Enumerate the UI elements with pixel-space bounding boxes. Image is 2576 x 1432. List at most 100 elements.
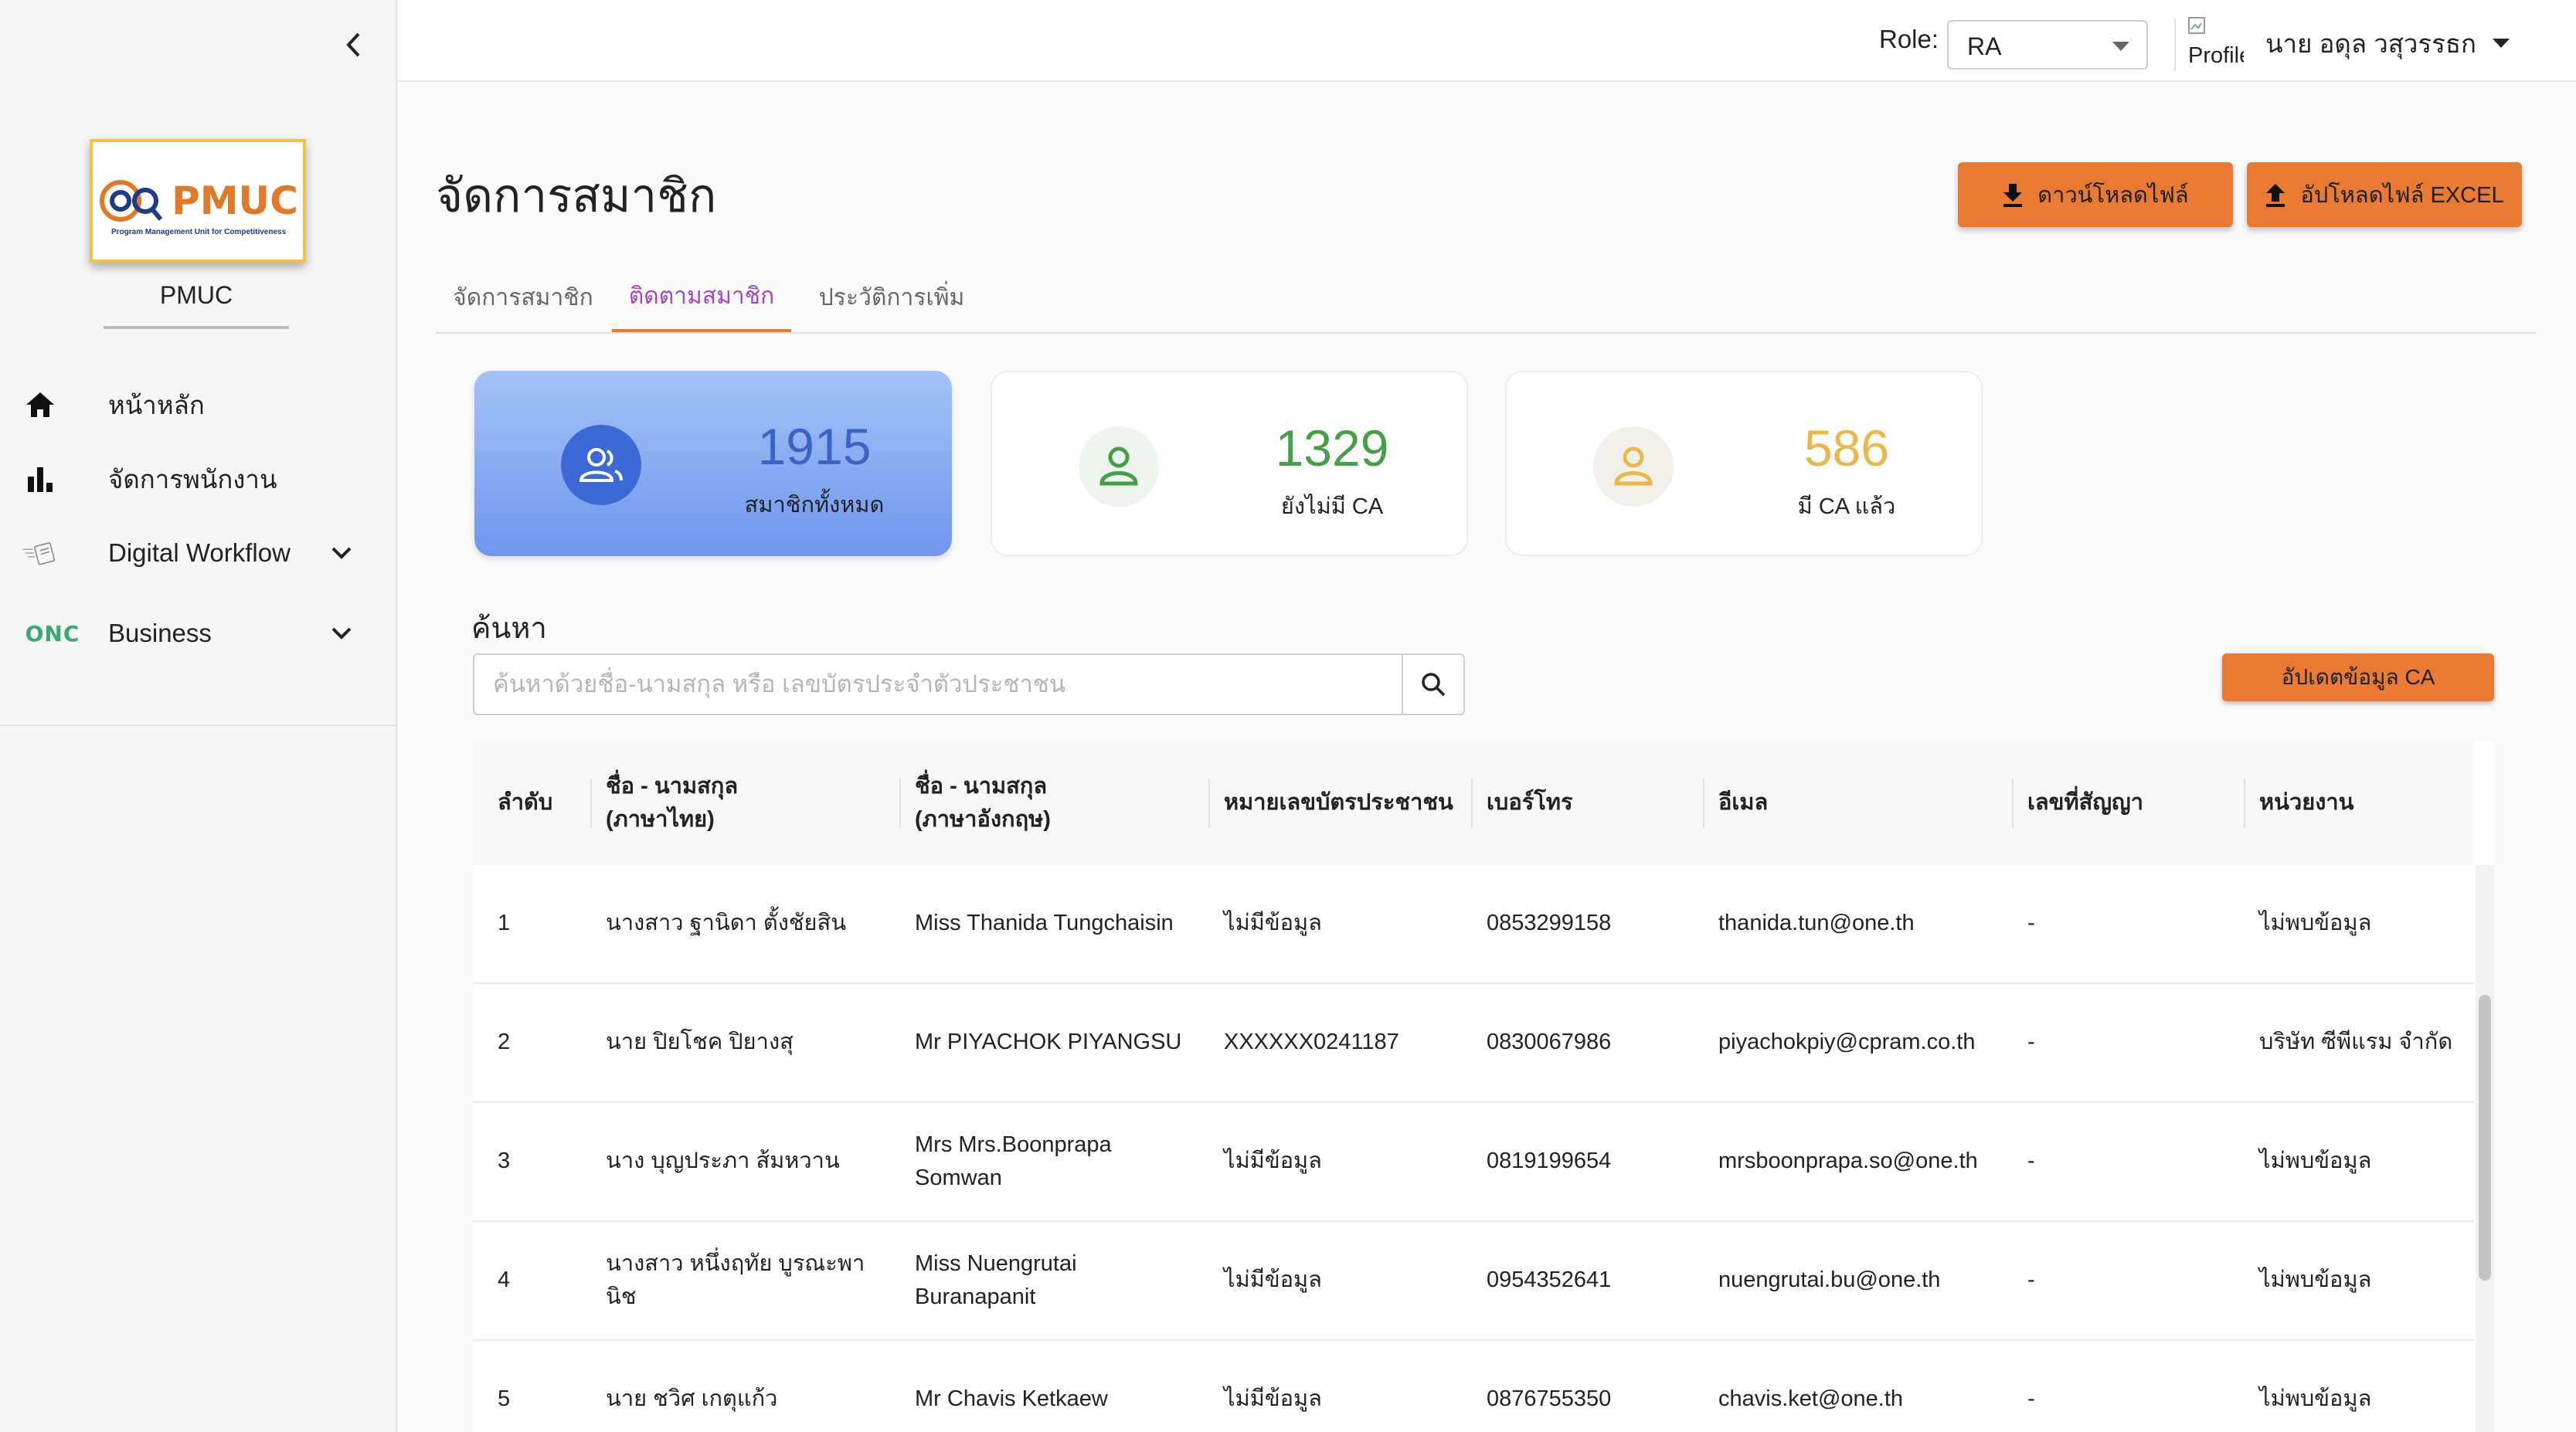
header-label: เบอร์โทร	[1487, 790, 1573, 816]
cell-email: nuengrutai.bu@one.th	[1718, 1267, 1941, 1293]
cell-name-th: นาย ปิยโชค ปิยางสุ	[606, 1030, 794, 1055]
column-separator	[2244, 779, 2245, 828]
header-label: ชื่อ - นามสกุล (ภาษาอังกฤษ)	[915, 770, 1051, 837]
home-icon	[22, 386, 59, 423]
cell-org: ไม่พบข้อมูล	[2259, 911, 2372, 936]
cell-phone: 0853299158	[1487, 911, 1612, 936]
table-row[interactable]: 1 นางสาว ฐานิดา ตั้งชัยสิน Miss Thanida …	[473, 865, 2474, 984]
tab-track-members[interactable]: ติดตามสมาชิก	[612, 263, 791, 332]
stat-label: สมาชิกทั้งหมด	[744, 493, 885, 517]
sidebar-item-business[interactable]: ONC Business	[0, 602, 397, 664]
table-row[interactable]: 4 นางสาว หนึ่งฤทัย บูรณะพานิช Miss Nueng…	[473, 1222, 2474, 1341]
onc-logo-text: ONC	[25, 620, 80, 646]
cell-email: chavis.ket@one.th	[1718, 1386, 1904, 1412]
cell-email: piyachokpiy@cpram.co.th	[1718, 1030, 1976, 1055]
user-name[interactable]: นาย อดุล วสุวรรธก	[2265, 23, 2476, 64]
column-header-org[interactable]: หน่วยงาน	[2244, 741, 2354, 865]
chevron-left-icon	[346, 32, 360, 57]
page-title: จัดการสมาชิก	[436, 170, 717, 222]
role-value: RA	[1967, 32, 2002, 60]
person-icon	[1593, 426, 1674, 507]
topbar-divider	[2174, 19, 2176, 71]
scrollbar-thumb[interactable]	[2479, 995, 2491, 1281]
sidebar-item-label: หน้าหลัก	[108, 390, 205, 419]
update-ca-label: อัปเดตข้อมูล CA	[2281, 665, 2435, 689]
column-header-no[interactable]: ลำดับ	[498, 741, 552, 865]
table-row[interactable]: 2 นาย ปิยโชค ปิยางสุ Mr PIYACHOK PIYANGS…	[473, 984, 2474, 1103]
org-underline	[104, 326, 289, 329]
cell-phone: 0819199654	[1487, 1149, 1612, 1174]
sidebar: PMUC Program Management Unit for Competi…	[0, 0, 397, 1432]
column-header-name-th[interactable]: ชื่อ - นามสกุล (ภาษาไทย)	[590, 741, 738, 865]
cell-org: ไม่พบข้อมูล	[2259, 1386, 2372, 1412]
sidebar-item-digital-workflow[interactable]: Digital Workflow	[0, 522, 397, 584]
topbar: Role: RA Profile นาย อดุล วสุวรรธก	[397, 0, 2576, 82]
cell-name-th: นาย ชวิศ เกตุแก้ว	[606, 1386, 778, 1412]
tab-add-history[interactable]: ประวัติการเพิ่ม	[800, 263, 983, 332]
column-separator	[1471, 779, 1473, 828]
download-icon	[2003, 184, 2023, 207]
cell-no: 3	[498, 1149, 511, 1174]
stat-card-has-ca: 586 มี CA แล้ว	[1505, 371, 1983, 556]
column-header-phone[interactable]: เบอร์โทร	[1471, 741, 1573, 865]
organization-logo: PMUC Program Management Unit for Competi…	[90, 139, 306, 263]
header-line: (ภาษาอังกฤษ)	[915, 807, 1051, 832]
caret-down-icon[interactable]	[2493, 39, 2510, 48]
column-separator	[1703, 779, 1704, 828]
column-header-email[interactable]: อีเมล	[1703, 741, 1768, 865]
upload-excel-button[interactable]: อัปโหลดไฟล์ EXCEL	[2247, 162, 2522, 227]
collapse-sidebar-button[interactable]	[337, 28, 371, 62]
sidebar-item-label: Business	[108, 619, 212, 647]
sidebar-item-employees[interactable]: จัดการพนักงาน	[0, 448, 397, 510]
profile-image[interactable]: Profile	[2188, 17, 2244, 68]
header-label: หน่วยงาน	[2259, 790, 2354, 816]
cell-name-en: Mrs Mrs.Boonprapa Somwan	[915, 1132, 1112, 1191]
search-input[interactable]	[476, 657, 1402, 712]
cell-no: 1	[498, 911, 511, 936]
cell-id-card: ไม่มีข้อมูล	[1224, 1149, 1322, 1174]
role-select[interactable]: RA	[1947, 20, 2148, 70]
cell-id-card: ไม่มีข้อมูล	[1224, 911, 1322, 936]
cell-phone: 0876755350	[1487, 1386, 1612, 1412]
chevron-down-icon[interactable]	[325, 536, 359, 570]
cell-name-en: Mr PIYACHOK PIYANGSU	[915, 1030, 1182, 1055]
stat-label: ยังไม่มี CA	[1280, 494, 1384, 519]
stat-value: 586	[1803, 419, 1890, 477]
search-button[interactable]	[1402, 655, 1463, 714]
update-ca-button[interactable]: อัปเดตข้อมูล CA	[2222, 653, 2494, 701]
search-icon	[1422, 673, 1446, 697]
column-separator	[1208, 779, 1210, 828]
logo-text: PMUC	[172, 178, 298, 223]
cell-name-en: Miss Nuengrutai Buranapanit	[915, 1250, 1077, 1310]
chevron-down-icon[interactable]	[325, 616, 359, 650]
cell-contract: -	[2027, 1149, 2035, 1174]
cell-email: mrsboonprapa.so@one.th	[1718, 1149, 1978, 1174]
download-file-button[interactable]: ดาวน์โหลดไฟล์	[1958, 162, 2233, 227]
broken-image-icon	[2188, 17, 2205, 34]
stat-card-no-ca: 1329 ยังไม่มี CA	[991, 371, 1468, 556]
cell-org: ไม่พบข้อมูล	[2259, 1267, 2372, 1293]
cell-org: บริษัท ซีพีแรม จำกัด	[2259, 1030, 2453, 1055]
column-header-id-card[interactable]: หมายเลขบัตรประชาชน	[1208, 741, 1453, 865]
stat-value: 1915	[757, 418, 872, 475]
header-line: ชื่อ - นามสกุล	[915, 773, 1048, 799]
tab-manage-members[interactable]: จัดการสมาชิก	[436, 263, 610, 332]
search-label: ค้นหา	[471, 613, 547, 645]
sidebar-item-home[interactable]: หน้าหลัก	[0, 374, 397, 436]
cell-contract: -	[2027, 1267, 2035, 1293]
pmuc-logo-icon	[100, 180, 163, 222]
column-header-name-en[interactable]: ชื่อ - นามสกุล (ภาษาอังกฤษ)	[899, 741, 1051, 865]
upload-icon	[2266, 184, 2285, 207]
cell-phone: 0830067986	[1487, 1030, 1612, 1055]
stat-label: มี CA แล้ว	[1797, 494, 1896, 519]
tab-label: จัดการสมาชิก	[453, 284, 593, 310]
table-scrollbar[interactable]	[2476, 865, 2494, 1432]
download-file-label: ดาวน์โหลดไฟล์	[2037, 183, 2189, 208]
table-row[interactable]: 5 นาย ชวิศ เกตุแก้ว Mr Chavis Ketkaew ไม…	[473, 1341, 2474, 1432]
header-label: หมายเลขบัตรประชาชน	[1224, 790, 1453, 816]
sidebar-divider	[0, 724, 397, 726]
logo-subtitle: Program Management Unit for Competitiven…	[111, 228, 287, 236]
column-header-contract[interactable]: เลขที่สัญญา	[2012, 741, 2143, 865]
sidebar-item-label: จัดการพนักงาน	[108, 464, 277, 494]
table-row[interactable]: 3 นาง บุญประภา ส้มหวาน Mrs Mrs.Boonprapa…	[473, 1103, 2474, 1222]
